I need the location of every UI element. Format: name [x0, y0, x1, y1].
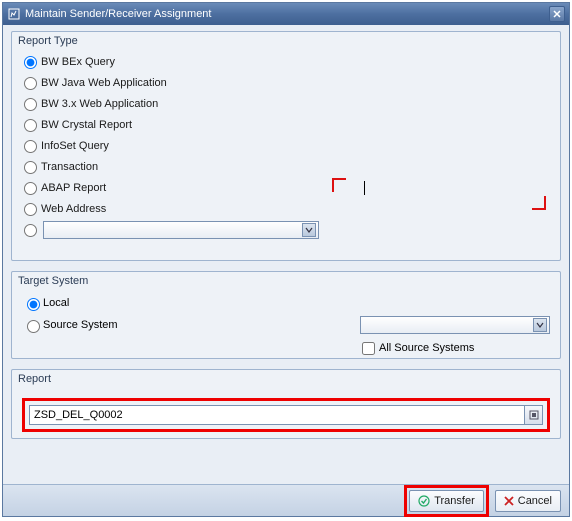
radio-trans-label: Transaction — [41, 161, 98, 173]
value-help-button[interactable] — [525, 405, 543, 425]
dropdown-arrow-icon — [533, 318, 547, 332]
radio-web[interactable] — [24, 203, 37, 216]
radio-row-infoset[interactable]: InfoSet Query — [22, 136, 550, 156]
all-source-systems-label: All Source Systems — [379, 342, 474, 354]
window-title: Maintain Sender/Receiver Assignment — [25, 8, 549, 20]
report-type-dropdown[interactable] — [43, 221, 319, 239]
radio-row-dropdown[interactable] — [22, 220, 550, 240]
target-system-title: Target System — [18, 275, 88, 287]
radio-java[interactable] — [24, 77, 37, 90]
transfer-button[interactable]: Transfer — [409, 490, 484, 512]
radio-source[interactable] — [27, 320, 40, 333]
radio-row-trans[interactable]: Transaction — [22, 157, 550, 177]
titlebar: Maintain Sender/Receiver Assignment — [3, 3, 569, 25]
text-caret — [364, 181, 365, 195]
clock-check-icon — [418, 495, 430, 507]
report-type-title: Report Type — [18, 35, 78, 47]
highlight-corner-tl — [332, 178, 346, 192]
target-system-group: Target System Local Source System — [11, 271, 561, 359]
dialog-footer: Transfer Cancel — [3, 484, 569, 516]
all-source-systems-row[interactable]: All Source Systems — [362, 342, 474, 355]
radio-bex[interactable] — [24, 56, 37, 69]
value-help-icon — [529, 410, 539, 420]
radio-java-label: BW Java Web Application — [41, 77, 167, 89]
radio-local-label: Local — [43, 297, 69, 309]
window-icon — [7, 7, 21, 21]
all-source-systems-checkbox[interactable] — [362, 342, 375, 355]
radio-other[interactable] — [24, 224, 37, 237]
dialog-body: Report Type BW BEx Query BW Java Web App… — [3, 25, 569, 484]
report-group: Report — [11, 369, 561, 439]
radio-row-bex[interactable]: BW BEx Query — [22, 52, 550, 72]
dialog-window: Maintain Sender/Receiver Assignment Repo… — [2, 2, 570, 517]
radio-bw3x-label: BW 3.x Web Application — [41, 98, 158, 110]
radio-infoset[interactable] — [24, 140, 37, 153]
radio-abap[interactable] — [24, 182, 37, 195]
report-input-highlight — [22, 398, 550, 432]
radio-row-java[interactable]: BW Java Web Application — [22, 73, 550, 93]
radio-row-abap[interactable]: ABAP Report — [22, 178, 550, 198]
radio-trans[interactable] — [24, 161, 37, 174]
report-group-title: Report — [18, 373, 51, 385]
radio-web-label: Web Address — [41, 203, 106, 215]
radio-row-bw3x[interactable]: BW 3.x Web Application — [22, 94, 550, 114]
cancel-button[interactable]: Cancel — [495, 490, 561, 512]
report-input[interactable] — [29, 405, 525, 425]
radio-source-label: Source System — [43, 319, 118, 331]
transfer-highlight: Transfer — [404, 485, 489, 517]
source-system-dropdown[interactable] — [360, 316, 550, 334]
radio-crystal[interactable] — [24, 119, 37, 132]
highlight-corner-br — [532, 196, 546, 210]
radio-row-crystal[interactable]: BW Crystal Report — [22, 115, 550, 135]
dropdown-arrow-icon — [302, 223, 316, 237]
cancel-icon — [504, 496, 514, 506]
radio-row-web[interactable]: Web Address — [22, 199, 550, 219]
radio-local[interactable] — [27, 298, 40, 311]
radio-bw3x[interactable] — [24, 98, 37, 111]
report-type-group: Report Type BW BEx Query BW Java Web App… — [11, 31, 561, 261]
radio-bex-label: BW BEx Query — [41, 56, 115, 68]
transfer-label: Transfer — [434, 495, 475, 507]
radio-abap-label: ABAP Report — [41, 182, 106, 194]
cancel-label: Cancel — [518, 495, 552, 507]
radio-infoset-label: InfoSet Query — [41, 140, 109, 152]
close-button[interactable] — [549, 6, 565, 22]
radio-crystal-label: BW Crystal Report — [41, 119, 132, 131]
